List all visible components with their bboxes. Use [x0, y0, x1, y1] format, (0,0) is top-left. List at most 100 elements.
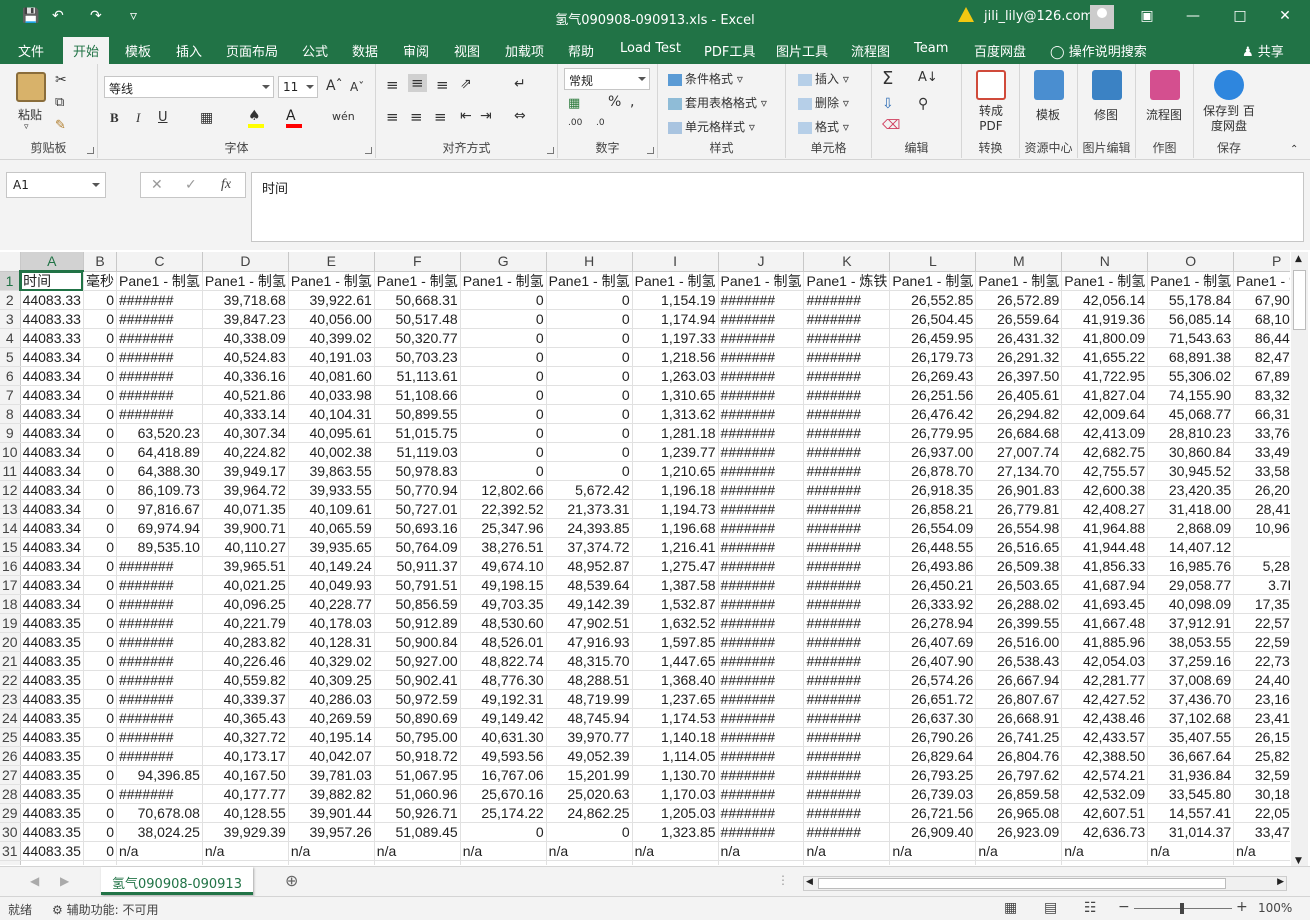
cell[interactable]: 50,912.89 — [374, 613, 461, 633]
cell[interactable]: 86,444.64 — [1233, 328, 1290, 348]
cell[interactable]: n/a — [803, 860, 891, 865]
scroll-up-icon[interactable]: ▲ — [1295, 254, 1302, 264]
cell[interactable]: 36,667.64 — [1147, 746, 1235, 766]
cell[interactable]: ####### — [803, 423, 891, 443]
cell[interactable]: 0 — [83, 290, 117, 310]
cell[interactable]: 51,119.03 — [374, 442, 461, 462]
row-header[interactable]: 4 — [0, 328, 21, 348]
cell[interactable]: ####### — [718, 803, 805, 823]
cell[interactable]: n/a — [116, 860, 203, 865]
font-size-select[interactable]: 11 — [278, 76, 318, 98]
cell[interactable]: 40,173.17 — [202, 746, 289, 766]
cell[interactable]: ####### — [116, 309, 203, 329]
cell[interactable]: 1,632.52 — [632, 613, 719, 633]
cell[interactable]: 40,228.77 — [288, 594, 375, 614]
cell[interactable]: 48,822.74 — [460, 651, 547, 671]
cell[interactable]: n/a — [889, 841, 977, 861]
tab-review[interactable]: 审阅 — [403, 41, 429, 60]
row-header[interactable]: 11 — [0, 461, 21, 481]
cell[interactable]: 0 — [546, 309, 633, 329]
cell[interactable]: 26,923.09 — [975, 822, 1063, 842]
column-header[interactable]: G — [460, 252, 547, 272]
cell[interactable]: n/a — [1061, 860, 1149, 865]
cell[interactable]: 44083.34 — [20, 499, 84, 519]
cell[interactable]: 26,790.26 — [889, 727, 977, 747]
cell[interactable]: 23,414.42 — [1233, 708, 1290, 728]
cell[interactable]: 12,802.66 — [460, 480, 547, 500]
row-header[interactable]: 21 — [0, 651, 21, 671]
cell[interactable]: 27,007.74 — [975, 442, 1063, 462]
cell[interactable]: 32,590.24 — [1233, 765, 1290, 785]
row-header[interactable]: 6 — [0, 366, 21, 386]
cell[interactable]: 40,339.37 — [202, 689, 289, 709]
cell[interactable]: ####### — [718, 594, 805, 614]
cell[interactable]: 44083.34 — [20, 594, 84, 614]
cell[interactable]: 42,607.51 — [1061, 803, 1149, 823]
cell[interactable]: n/a — [889, 860, 977, 865]
cell[interactable]: 0 — [83, 480, 117, 500]
zoom-slider-thumb[interactable] — [1180, 903, 1184, 914]
cell[interactable]: ####### — [803, 556, 891, 576]
clipboard-launcher[interactable] — [87, 147, 94, 154]
cell[interactable]: ####### — [718, 670, 805, 690]
cell[interactable]: 44083.34 — [20, 404, 84, 424]
cell[interactable]: 50,918.72 — [374, 746, 461, 766]
cell[interactable]: 1,263.03 — [632, 366, 719, 386]
tab-templates[interactable]: 模板 — [125, 41, 151, 60]
cell[interactable]: ####### — [803, 651, 891, 671]
cell[interactable]: Pane1 - 制氢 — [1147, 271, 1235, 291]
cell[interactable]: 50,791.51 — [374, 575, 461, 595]
cell[interactable]: 50,764.09 — [374, 537, 461, 557]
cell[interactable]: ####### — [803, 784, 891, 804]
cell[interactable]: Pane1 - 制氢 — [374, 271, 461, 291]
cell[interactable]: n/a — [975, 841, 1063, 861]
cell[interactable]: 44083.33 — [20, 290, 84, 310]
cell[interactable]: 33,588.97 — [1233, 461, 1290, 481]
cell[interactable]: 0 — [83, 556, 117, 576]
cell[interactable]: 2,868.09 — [1147, 518, 1235, 538]
cell[interactable]: 67,908.99 — [1233, 290, 1290, 310]
decrease-font-icon[interactable]: Aˇ — [350, 80, 364, 94]
cell[interactable]: 40,191.03 — [288, 347, 375, 367]
cell[interactable]: n/a — [116, 841, 203, 861]
cell[interactable]: 44083.34 — [20, 537, 84, 557]
cell[interactable]: 42,433.57 — [1061, 727, 1149, 747]
cell[interactable]: 1,205.03 — [632, 803, 719, 823]
cell[interactable]: 0 — [83, 822, 117, 842]
cell[interactable]: 50,902.41 — [374, 670, 461, 690]
cell[interactable]: 37,912.91 — [1147, 613, 1235, 633]
cell[interactable]: 40,177.77 — [202, 784, 289, 804]
cell[interactable]: 26,407.69 — [889, 632, 977, 652]
cell[interactable]: 44083.35 — [20, 708, 84, 728]
cell[interactable]: ####### — [803, 480, 891, 500]
cell[interactable]: 0 — [460, 822, 547, 842]
row-header[interactable]: 14 — [0, 518, 21, 538]
cell[interactable]: ####### — [718, 632, 805, 652]
cell[interactable]: 0 — [1233, 537, 1290, 557]
cell[interactable]: Pane1 - 制氢 — [546, 271, 633, 291]
cell[interactable]: 42,427.52 — [1061, 689, 1149, 709]
cell[interactable]: 56,085.14 — [1147, 309, 1235, 329]
cell[interactable]: 26,651.72 — [889, 689, 977, 709]
row-header[interactable]: 1 — [0, 271, 22, 291]
cell[interactable]: 27,134.70 — [975, 461, 1063, 481]
column-header[interactable]: L — [889, 252, 977, 272]
cell[interactable]: 44083.33 — [20, 328, 84, 348]
cell[interactable]: 0 — [460, 423, 547, 443]
cell[interactable]: 26,503.65 — [975, 575, 1063, 595]
cell[interactable]: 40,096.25 — [202, 594, 289, 614]
cell-styles-button[interactable]: 单元格样式 ▿ — [668, 118, 755, 135]
cell[interactable]: 50,927.00 — [374, 651, 461, 671]
cell[interactable]: 83,326.73 — [1233, 385, 1290, 405]
cell[interactable]: 51,108.66 — [374, 385, 461, 405]
cell[interactable]: 44083.34 — [20, 575, 84, 595]
cell[interactable]: 25,670.16 — [460, 784, 547, 804]
cell[interactable]: 44083.35 — [20, 765, 84, 785]
cell[interactable]: 26,493.86 — [889, 556, 977, 576]
cell[interactable]: 0 — [460, 309, 547, 329]
row-header[interactable]: 13 — [0, 499, 21, 519]
cell[interactable]: 42,056.14 — [1061, 290, 1149, 310]
row-header[interactable]: 15 — [0, 537, 21, 557]
tab-home[interactable]: 开始 — [63, 37, 110, 64]
cell[interactable]: 42,388.50 — [1061, 746, 1149, 766]
